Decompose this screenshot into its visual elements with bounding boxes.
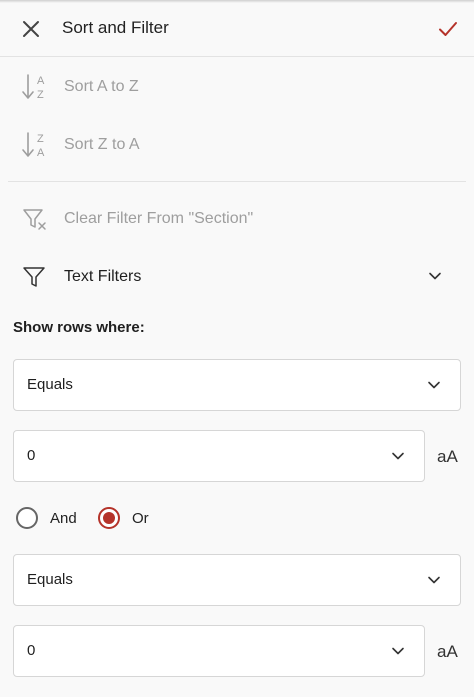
- clear-filter-button[interactable]: Clear Filter From "Section": [0, 190, 474, 248]
- sort-z-to-a-label: Sort Z to A: [64, 136, 140, 153]
- sort-a-to-z-label: Sort A to Z: [64, 78, 139, 95]
- confirm-check-icon[interactable]: [436, 17, 460, 41]
- text-filters-label: Text Filters: [64, 268, 142, 285]
- condition1-operator-value: Equals: [27, 376, 73, 393]
- sort-z-to-a-button[interactable]: Z A Sort Z to A: [0, 116, 474, 174]
- condition2-operator-dropdown[interactable]: Equals: [13, 554, 461, 606]
- condition1-operator-dropdown[interactable]: Equals: [13, 359, 461, 411]
- clear-filter-icon: [23, 209, 46, 230]
- match-case-toggle[interactable]: aA: [437, 447, 458, 467]
- radio-selected-dot: [103, 512, 115, 524]
- close-icon[interactable]: [19, 17, 43, 41]
- sort-desc-icon-top-letter: Z: [37, 133, 44, 145]
- chevron-down-icon: [428, 381, 440, 389]
- sort-a-to-z-button[interactable]: A Z Sort A to Z: [0, 58, 474, 116]
- radio-circle: [16, 507, 38, 529]
- sort-desc-icon-bottom-letter: A: [37, 147, 45, 159]
- header: Sort and Filter: [0, 0, 474, 57]
- text-filters-button[interactable]: Text Filters: [0, 248, 474, 306]
- condition1-value-combobox[interactable]: 0: [13, 430, 425, 482]
- sort-descending-icon: Z A: [22, 132, 45, 159]
- page-title: Sort and Filter: [62, 18, 169, 37]
- sort-asc-icon-bottom-letter: Z: [37, 89, 44, 101]
- chevron-down-icon: [429, 272, 441, 280]
- condition1-value: 0: [27, 447, 36, 464]
- show-rows-title: Show rows where:: [13, 319, 145, 336]
- match-case-toggle[interactable]: aA: [437, 642, 458, 662]
- condition2-value: 0: [27, 642, 36, 659]
- sort-ascending-icon: A Z: [22, 74, 45, 101]
- filter-icon: [23, 267, 45, 287]
- condition2-operator-value: Equals: [27, 571, 73, 588]
- chevron-down-icon: [392, 452, 404, 460]
- divider: [8, 181, 466, 182]
- or-radio-label: Or: [132, 510, 149, 527]
- condition2-value-combobox[interactable]: 0: [13, 625, 425, 677]
- sort-asc-icon-top-letter: A: [37, 75, 45, 87]
- clear-filter-label: Clear Filter From "Section": [64, 210, 254, 227]
- and-radio-label: And: [50, 510, 77, 527]
- chevron-down-icon: [392, 647, 404, 655]
- chevron-down-icon: [428, 576, 440, 584]
